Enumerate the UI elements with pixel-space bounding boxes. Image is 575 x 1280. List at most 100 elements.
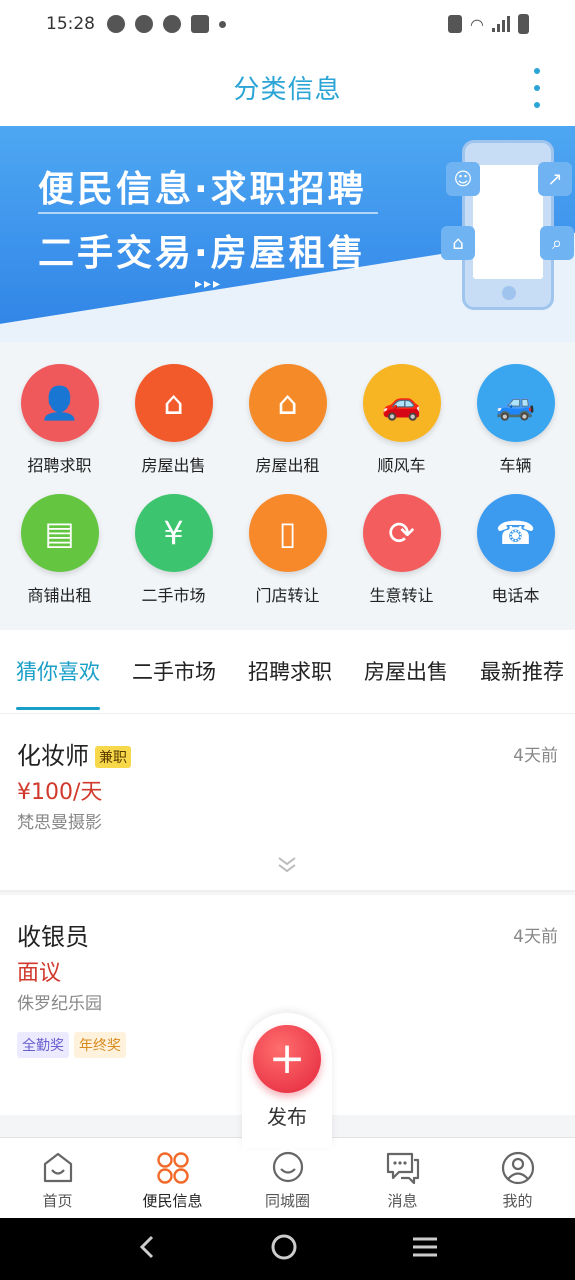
- home-icon: [43, 1152, 72, 1183]
- job-title-row: 化妆师 兼职: [17, 736, 131, 771]
- promo-banner[interactable]: 便民信息·求职招聘 二手交易·房屋租售 ▸▸▸ ☺ ↗ ⌂ ⌕: [0, 126, 575, 342]
- nav-label: 我的: [502, 1192, 533, 1210]
- bottom-navigation: 首页 便民信息 同城圈 消息 我的: [0, 1137, 575, 1218]
- category-vehicle[interactable]: 🚙 车辆: [458, 364, 573, 476]
- benefit-tag: 全勤奖: [17, 1032, 69, 1058]
- user-icon: [501, 1151, 534, 1185]
- nav-label: 首页: [42, 1192, 73, 1210]
- notification-icons: [107, 15, 226, 33]
- banner-headline-2: 二手交易·房屋租售: [38, 233, 367, 274]
- nav-label: 同城圈: [264, 1192, 310, 1210]
- bag-notification-icon: [191, 15, 209, 33]
- house-chip-icon: ⌂: [441, 226, 475, 260]
- category-carpool[interactable]: 🚗 顺风车: [344, 364, 459, 476]
- car-icon: 🚗: [362, 364, 441, 442]
- more-notifications-dot-icon: [219, 20, 226, 28]
- back-button[interactable]: [136, 1234, 158, 1264]
- door-icon: ▯: [248, 494, 327, 572]
- category-label: 电话本: [491, 586, 540, 605]
- person-chip-icon: ☺: [446, 162, 480, 196]
- job-salary: 面议: [17, 961, 62, 986]
- category-label: 生意转让: [369, 586, 434, 605]
- category-label: 招聘求职: [27, 456, 92, 475]
- car-yen-icon: 🚙: [476, 364, 555, 442]
- vibrate-icon: [448, 15, 463, 33]
- status-bar: 15:28 ◠: [0, 0, 575, 48]
- category-label: 车辆: [499, 456, 532, 475]
- publish-label: 发布: [267, 1105, 307, 1129]
- post-time: 4天前: [513, 746, 558, 766]
- banner-divider: [38, 212, 378, 214]
- yen-cycle-icon: ¥: [134, 494, 213, 572]
- plus-icon: +: [253, 1025, 321, 1093]
- chevron-down-icon[interactable]: [276, 854, 298, 874]
- category-label: 商铺出租: [27, 586, 92, 605]
- company-name: 梵思曼摄影: [17, 813, 102, 833]
- search-chip-icon: ⌕: [540, 226, 574, 260]
- system-navigation-bar: [0, 1218, 575, 1280]
- battery-icon: [518, 14, 529, 34]
- more-dot-icon: [534, 68, 540, 74]
- recents-button[interactable]: [411, 1235, 439, 1263]
- category-business-transfer[interactable]: ⟳ 生意转让: [344, 494, 459, 606]
- job-title: 化妆师: [17, 742, 89, 770]
- nav-home[interactable]: 首页: [0, 1138, 115, 1218]
- banner-arrows: ▸▸▸: [195, 276, 223, 292]
- category-label: 房屋出售: [141, 456, 206, 475]
- nav-label: 消息: [387, 1192, 418, 1210]
- category-shop-rent[interactable]: ▤ 商铺出租: [2, 494, 117, 606]
- category-house-rent[interactable]: ⌂ 房屋出租: [230, 364, 345, 476]
- feed-tabs: 猜你喜欢 二手市场 招聘求职 房屋出售 最新推荐: [0, 630, 575, 714]
- job-title: 收银员: [17, 923, 89, 951]
- more-dot-icon: [534, 85, 540, 91]
- transfer-icon: ⟳: [362, 494, 441, 572]
- more-options-button[interactable]: [527, 68, 547, 108]
- tab-second-hand[interactable]: 二手市场: [132, 630, 216, 713]
- home-circle-icon: [271, 1234, 297, 1260]
- tab-recruit[interactable]: 招聘求职: [248, 630, 332, 713]
- publish-button[interactable]: + 发布: [242, 1013, 332, 1148]
- back-chevron-icon: [140, 1235, 154, 1259]
- job-salary: ¥100/天: [17, 780, 103, 805]
- category-phonebook[interactable]: ☎ 电话本: [458, 494, 573, 606]
- grid-icon: [156, 1152, 189, 1184]
- part-time-badge: 兼职: [95, 746, 131, 768]
- category-grid: 👤 招聘求职 ⌂ 房屋出售 ⌂ 房屋出租 🚗 顺风车 🚙 车辆 ▤ 商铺出租 ¥…: [0, 342, 575, 630]
- rent-house-icon: ⌂: [248, 364, 327, 442]
- category-store-transfer[interactable]: ▯ 门店转让: [230, 494, 345, 606]
- signal-icon: [492, 16, 510, 32]
- nav-profile[interactable]: 我的: [460, 1138, 575, 1218]
- check-notification-icon: [163, 15, 181, 33]
- settings-notification-icon: [135, 15, 153, 33]
- nav-city-circle[interactable]: 同城圈: [230, 1138, 345, 1218]
- category-label: 门店转让: [255, 586, 320, 605]
- category-second-hand[interactable]: ¥ 二手市场: [116, 494, 231, 606]
- message-notification-icon: [107, 15, 125, 33]
- wifi-icon: ◠: [470, 14, 484, 34]
- menu-lines-icon: [412, 1237, 437, 1257]
- nav-messages[interactable]: 消息: [345, 1138, 460, 1218]
- nav-label: 便民信息: [142, 1192, 203, 1210]
- tab-guess-you-like[interactable]: 猜你喜欢: [16, 630, 100, 713]
- title-bar: 分类信息: [0, 48, 575, 126]
- list-item[interactable]: 化妆师 兼职 4天前 ¥100/天 梵思曼摄影: [0, 714, 575, 892]
- category-label: 顺风车: [377, 456, 426, 475]
- tab-house-sale[interactable]: 房屋出售: [364, 630, 448, 713]
- status-time: 15:28: [46, 14, 95, 34]
- phone-icon: ☎: [476, 494, 555, 572]
- category-label: 二手市场: [141, 586, 206, 605]
- person-icon: 👤: [20, 364, 99, 442]
- category-label: 房屋出租: [255, 456, 320, 475]
- nav-convenience-info[interactable]: 便民信息: [115, 1138, 230, 1218]
- trend-chip-icon: ↗: [538, 162, 572, 196]
- smile-icon: [272, 1151, 303, 1183]
- shop-icon: ▤: [20, 494, 99, 572]
- category-recruit[interactable]: 👤 招聘求职: [2, 364, 117, 476]
- home-button[interactable]: [270, 1233, 298, 1265]
- banner-headline-1: 便民信息·求职招聘: [38, 169, 367, 210]
- category-house-sale[interactable]: ⌂ 房屋出售: [116, 364, 231, 476]
- post-time: 4天前: [513, 927, 558, 947]
- page-title: 分类信息: [233, 74, 342, 105]
- tab-latest[interactable]: 最新推荐: [480, 630, 564, 713]
- chat-icon: [386, 1152, 419, 1185]
